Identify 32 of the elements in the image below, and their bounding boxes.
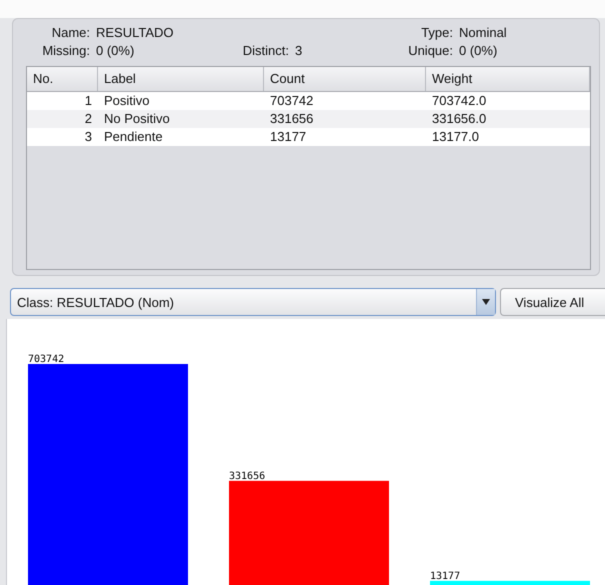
field-value: Nominal xyxy=(459,25,508,41)
column-header[interactable]: Count xyxy=(264,67,426,91)
table-cell-text: 13177.0 xyxy=(431,128,480,146)
column-header[interactable]: No. xyxy=(27,67,98,91)
field-label: Unique: xyxy=(407,43,453,59)
value-label: 13177 xyxy=(430,570,460,582)
field-label: Name: xyxy=(50,25,90,41)
table-cell-text: 703742.0 xyxy=(431,92,488,110)
table-cell-text: 331656 xyxy=(269,110,314,128)
table-cell-text: 13177 xyxy=(269,128,308,146)
field-value: 0 (0%) xyxy=(96,43,136,59)
table-cell-text: 331656.0 xyxy=(431,110,488,128)
field-value: 0 (0%) xyxy=(459,43,498,59)
field-label: Missing: xyxy=(41,43,90,59)
table-cell-text: Positivo xyxy=(103,92,151,110)
column-header[interactable]: Label xyxy=(98,67,264,91)
field-label: Distinct: xyxy=(242,43,289,59)
visualize-all-button[interactable]: Visualize All xyxy=(500,288,605,316)
table-cell-text: 3 xyxy=(84,128,93,146)
field-label: Type: xyxy=(420,25,453,41)
value-label: 331656 xyxy=(229,470,266,482)
field-value: RESULTADO xyxy=(96,25,175,41)
field-value: 3 xyxy=(295,43,304,59)
table-cell-text: 703742 xyxy=(269,92,314,110)
table-cell-text: 2 xyxy=(84,110,93,128)
value-label: 703742 xyxy=(28,354,64,365)
caret-icon xyxy=(482,299,490,305)
class-dropdown[interactable]: Class: RESULTADO (Nom) xyxy=(10,288,496,316)
table-cell-text: No Positivo xyxy=(103,110,171,128)
table-cell-text: 1 xyxy=(84,92,93,110)
column-header[interactable]: Weight xyxy=(426,67,590,91)
table-cell-text: Pendiente xyxy=(103,128,164,146)
